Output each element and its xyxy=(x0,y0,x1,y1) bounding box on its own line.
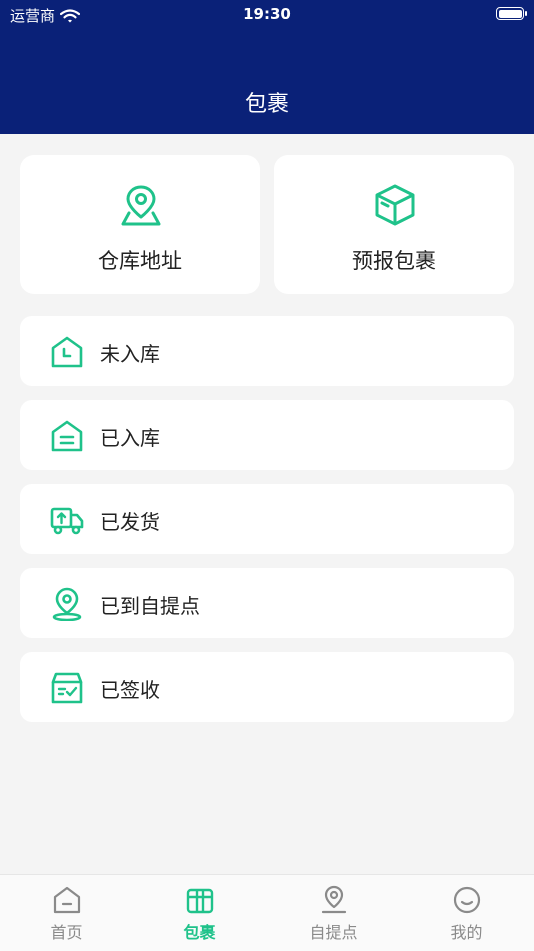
forecast-package-label: 预报包裹 xyxy=(352,249,436,273)
tab-label: 自提点 xyxy=(309,923,358,942)
tab-home[interactable]: 首页 xyxy=(0,875,133,951)
tab-parcel[interactable]: 包裹 xyxy=(133,875,266,951)
battery-icon xyxy=(496,7,527,20)
signed-box-icon xyxy=(51,672,83,704)
status-bar: 运营商 19:30 xyxy=(0,0,534,28)
clock: 19:30 xyxy=(243,5,291,23)
status-label: 已签收 xyxy=(100,678,160,702)
tab-label: 首页 xyxy=(50,923,83,942)
smiley-icon xyxy=(453,886,481,914)
truck-icon xyxy=(50,507,84,535)
header-bar: 运营商 19:30 包裹 xyxy=(0,0,534,134)
bottom-tab-bar: 首页 包裹 自提点 我的 xyxy=(0,874,534,951)
package-box-icon xyxy=(375,184,415,226)
tab-mine[interactable]: 我的 xyxy=(400,875,533,951)
status-row-stored[interactable]: 已入库 xyxy=(20,400,514,470)
warehouse-address-label: 仓库地址 xyxy=(98,249,182,273)
status-row-shipped[interactable]: 已发货 xyxy=(20,484,514,554)
pickup-point-icon xyxy=(321,885,347,914)
forecast-package-card[interactable]: 预报包裹 xyxy=(274,155,514,294)
pickup-location-icon xyxy=(52,587,82,621)
house-stored-icon xyxy=(51,420,83,452)
page-title: 包裹 xyxy=(244,92,289,117)
tab-label: 我的 xyxy=(450,923,483,942)
house-clock-icon xyxy=(51,336,83,368)
warehouse-location-icon xyxy=(121,185,161,226)
status-label: 未入库 xyxy=(100,342,160,366)
status-label: 已发货 xyxy=(100,510,160,534)
tab-label: 包裹 xyxy=(183,923,216,942)
status-row-not-stored[interactable]: 未入库 xyxy=(20,316,514,386)
parcel-icon xyxy=(186,888,214,914)
status-row-signed[interactable]: 已签收 xyxy=(20,652,514,722)
status-label: 已入库 xyxy=(100,426,160,450)
tab-pickup-point[interactable]: 自提点 xyxy=(267,875,400,951)
home-icon xyxy=(53,886,81,914)
warehouse-address-card[interactable]: 仓库地址 xyxy=(20,155,260,294)
status-label: 已到自提点 xyxy=(100,594,200,618)
status-row-at-pickup-point[interactable]: 已到自提点 xyxy=(20,568,514,638)
